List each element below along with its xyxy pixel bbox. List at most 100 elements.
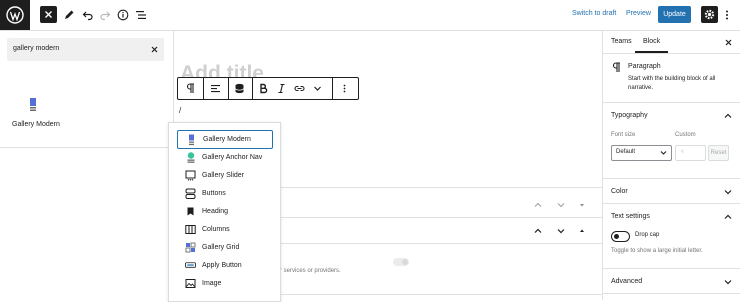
slash-item-image[interactable]: Image bbox=[177, 275, 271, 292]
info-icon bbox=[117, 9, 129, 21]
slash-inserter-menu: Gallery Modern Gallery Anchor Nav Galler… bbox=[168, 122, 281, 302]
bold-icon bbox=[260, 83, 268, 94]
clear-search-button[interactable] bbox=[150, 45, 159, 54]
reset-font-size-button[interactable]: Reset bbox=[708, 145, 729, 161]
font-size-label: Font size bbox=[611, 132, 636, 138]
meta-box-move-up-button[interactable] bbox=[533, 200, 543, 210]
paragraph-slash-command[interactable]: / bbox=[179, 106, 181, 115]
gear-icon bbox=[704, 9, 715, 20]
slash-item-gallery-anchor-nav[interactable]: Gallery Anchor Nav bbox=[177, 149, 271, 166]
undo-button[interactable] bbox=[80, 7, 96, 23]
slash-item-heading[interactable]: Heading bbox=[177, 203, 271, 220]
gallery-anchor-nav-icon bbox=[185, 152, 196, 163]
gallery-modern-block-result[interactable] bbox=[27, 97, 41, 113]
italic-button[interactable] bbox=[274, 81, 289, 96]
meta-box-move-up-button[interactable] bbox=[533, 226, 543, 236]
undo-icon bbox=[82, 11, 93, 21]
paragraph-icon bbox=[186, 83, 194, 93]
chevron-down-icon bbox=[724, 190, 732, 195]
chevron-down-icon bbox=[314, 86, 321, 91]
close-inserter-button[interactable] bbox=[40, 6, 57, 23]
slash-item-label: Buttons bbox=[202, 190, 226, 197]
block-card-description: Start with the building block of all bbox=[628, 76, 716, 82]
update-button[interactable]: Update bbox=[658, 6, 691, 23]
sidebar-divider bbox=[603, 53, 740, 54]
tools-button[interactable] bbox=[61, 7, 77, 23]
toolbar-divider bbox=[228, 78, 229, 99]
wordpress-logo-button[interactable] bbox=[0, 0, 30, 30]
block-toolbar bbox=[177, 77, 359, 100]
slash-item-columns[interactable]: Columns bbox=[177, 221, 271, 238]
gallery-modern-icon bbox=[186, 134, 197, 145]
caret-up-icon bbox=[580, 229, 584, 232]
wordpress-icon bbox=[6, 6, 24, 24]
meta-box-toggle-button[interactable] bbox=[578, 227, 586, 235]
custom-size-label: Custom bbox=[675, 132, 696, 138]
drop-cap-toggle[interactable] bbox=[611, 231, 630, 242]
meta-box-toggle-button[interactable] bbox=[578, 201, 586, 209]
more-vertical-icon bbox=[726, 10, 728, 20]
meta-box-move-down-button[interactable] bbox=[556, 200, 566, 210]
buttons-icon bbox=[185, 188, 196, 199]
advanced-panel-toggle[interactable] bbox=[723, 277, 733, 287]
redo-button[interactable] bbox=[97, 7, 113, 23]
chevron-down-icon bbox=[724, 280, 732, 285]
heading-icon bbox=[185, 206, 196, 217]
slash-item-label: Columns bbox=[202, 226, 230, 233]
chevron-up-icon bbox=[534, 202, 542, 207]
more-rich-text-button[interactable] bbox=[310, 81, 325, 96]
meta-box-toggle[interactable] bbox=[393, 258, 409, 266]
settings-button[interactable] bbox=[701, 6, 718, 23]
database-icon bbox=[235, 83, 244, 94]
slash-item-label: Gallery Grid bbox=[202, 244, 240, 251]
gallery-grid-icon bbox=[185, 242, 196, 253]
redo-icon bbox=[100, 11, 111, 21]
typography-panel-toggle[interactable] bbox=[723, 111, 733, 121]
italic-icon bbox=[278, 83, 285, 94]
chevron-down-icon bbox=[557, 203, 565, 208]
gallery-modern-icon bbox=[30, 98, 36, 111]
details-button[interactable] bbox=[115, 7, 131, 23]
slash-item-buttons[interactable]: Buttons bbox=[177, 185, 271, 202]
sidebar-divider bbox=[603, 102, 740, 103]
link-button[interactable] bbox=[292, 81, 307, 96]
block-card-title: Paragraph bbox=[628, 63, 661, 70]
sidebar-divider bbox=[603, 203, 740, 204]
options-button[interactable] bbox=[719, 7, 735, 23]
slash-item-apply-button[interactable]: Apply Button bbox=[177, 257, 271, 274]
chevron-down-icon bbox=[659, 148, 668, 157]
toolbar-divider bbox=[332, 78, 333, 99]
slash-item-gallery-slider[interactable]: Gallery Slider bbox=[177, 167, 271, 184]
gallery-modern-result-label[interactable]: Gallery Modern bbox=[12, 121, 60, 128]
slash-item-label: Gallery Anchor Nav bbox=[202, 154, 263, 161]
text-settings-panel-toggle[interactable] bbox=[723, 212, 733, 222]
tab-teams[interactable]: Teams bbox=[611, 38, 632, 45]
slash-item-gallery-grid[interactable]: Gallery Grid bbox=[177, 239, 271, 256]
typography-panel-title[interactable]: Typography bbox=[611, 112, 648, 119]
preview-button[interactable]: Preview bbox=[626, 10, 651, 17]
switch-to-draft-button[interactable]: Switch to draft bbox=[572, 10, 616, 17]
slash-item-gallery-modern[interactable]: Gallery Modern bbox=[177, 130, 273, 149]
bold-button[interactable] bbox=[256, 81, 271, 96]
paragraph-icon bbox=[612, 62, 621, 73]
color-panel-title[interactable]: Color bbox=[611, 188, 628, 195]
gallery-slider-icon bbox=[185, 170, 196, 181]
align-button[interactable] bbox=[208, 81, 223, 96]
paragraph-block-button[interactable] bbox=[183, 81, 198, 96]
block-options-button[interactable] bbox=[337, 81, 352, 96]
slash-item-label: Gallery Modern bbox=[203, 136, 251, 143]
close-icon bbox=[45, 11, 52, 18]
slash-item-label: Apply Button bbox=[202, 262, 242, 269]
custom-font-size-input[interactable]: ≈ bbox=[675, 145, 706, 161]
close-icon bbox=[151, 46, 158, 53]
color-panel-toggle[interactable] bbox=[723, 187, 733, 197]
font-size-select[interactable]: Default bbox=[611, 145, 672, 161]
database-button[interactable] bbox=[232, 81, 247, 96]
close-sidebar-button[interactable] bbox=[724, 38, 733, 47]
text-settings-panel-title[interactable]: Text settings bbox=[611, 213, 650, 220]
advanced-panel-title[interactable]: Advanced bbox=[611, 278, 642, 285]
list-view-button[interactable] bbox=[133, 7, 149, 23]
meta-box-move-down-button[interactable] bbox=[556, 226, 566, 236]
block-search-value: gallery modern bbox=[13, 45, 60, 52]
tab-block[interactable]: Block bbox=[643, 38, 660, 45]
